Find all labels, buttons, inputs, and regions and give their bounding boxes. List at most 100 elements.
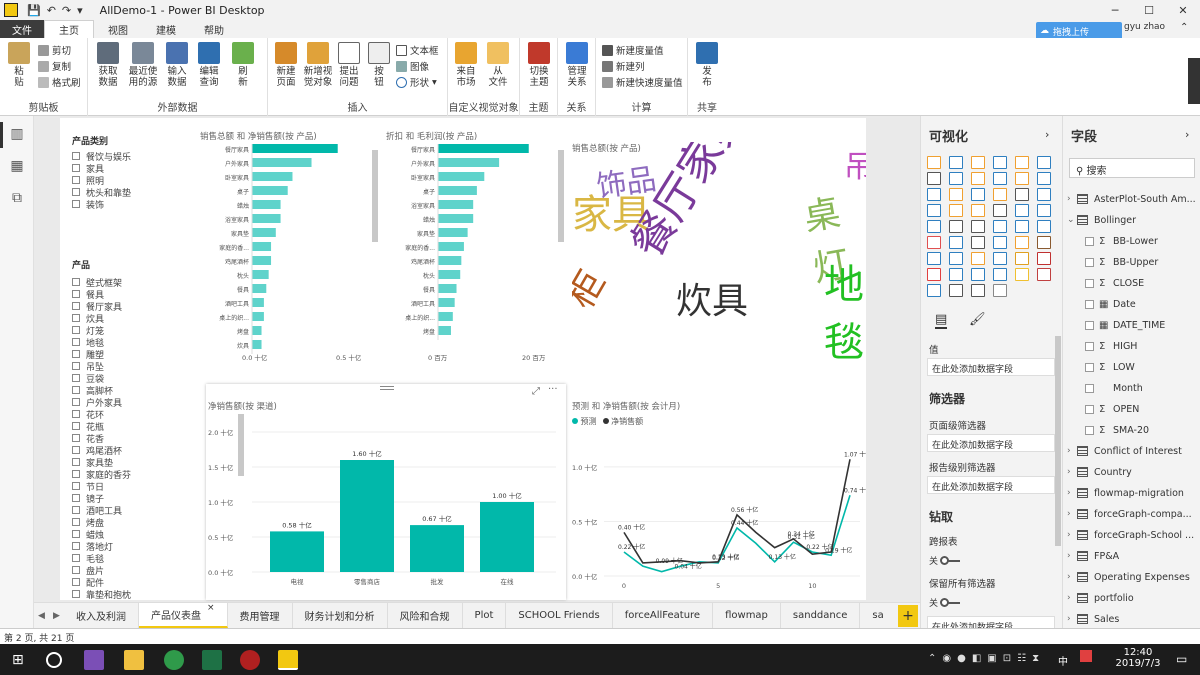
new-page-button[interactable]: 新建 页面	[270, 42, 302, 88]
visual-type-icon[interactable]	[971, 188, 985, 201]
slicer-item[interactable]: 家庭的香芬	[72, 468, 192, 481]
get-data-button[interactable]: 获取 数据	[92, 42, 124, 88]
recorder-icon[interactable]	[240, 650, 260, 670]
line-chart-forecast[interactable]: 预测 和 净销售额(按 会计月) 预测 净销售额 0.0 十亿 0.5 十亿 1.0…	[572, 400, 866, 600]
field-item[interactable]: Σ HIGH	[1067, 337, 1137, 355]
search-input[interactable]: ⚲ 搜索	[1069, 158, 1195, 178]
checkbox[interactable]	[1085, 425, 1094, 435]
tab-view[interactable]: 视图	[94, 20, 142, 38]
undo-icon[interactable]: ↶	[47, 4, 56, 17]
drillthrough-well[interactable]: 在此处添加数据字段	[927, 616, 1055, 628]
slicer-item[interactable]: 鸡尾酒杯	[72, 444, 192, 457]
tab-home[interactable]: 主页	[44, 20, 94, 38]
checkbox[interactable]	[72, 302, 80, 310]
visual-type-icon[interactable]	[1037, 268, 1051, 281]
field-table[interactable]: › Sales	[1067, 610, 1119, 628]
model-view-icon[interactable]: ⧉	[8, 190, 26, 206]
windows-start-icon[interactable]: ⊞	[12, 652, 24, 668]
bar-chart-discount-by-product[interactable]: 折扣 和 毛利润(按 产品) 餐厅家具 户外家具 卧室家具 桌子 浴室家具 蜡烛 家具垫 家庭…	[386, 130, 566, 384]
slicer-item[interactable]: 花香	[72, 432, 192, 445]
field-item[interactable]: Σ BB-Lower	[1067, 232, 1158, 250]
collapse-fields-pane-icon[interactable]: ›	[1185, 128, 1189, 141]
page-tab[interactable]: 财务计划和分析	[293, 603, 388, 628]
field-table[interactable]: › Operating Expenses	[1067, 568, 1190, 586]
new-column-button[interactable]: 新建列	[602, 59, 645, 73]
checkbox[interactable]	[72, 374, 80, 382]
visual-type-icon[interactable]	[1015, 220, 1029, 233]
viz-pane-scrollbar[interactable]	[1055, 336, 1061, 546]
clock[interactable]: 12:40 2019/7/3	[1110, 647, 1166, 669]
visual-type-icon[interactable]	[1015, 188, 1029, 201]
visual-type-icon[interactable]	[1037, 188, 1051, 201]
visual-type-icon[interactable]	[993, 156, 1007, 169]
visual-type-icon[interactable]	[971, 220, 985, 233]
checkbox[interactable]	[72, 458, 80, 466]
publish-button[interactable]: 发 布	[693, 42, 721, 88]
checkbox[interactable]	[72, 290, 80, 298]
slicer-item[interactable]: 家具垫	[72, 456, 192, 469]
chrome-icon[interactable]	[164, 650, 184, 670]
focus-mode-icon[interactable]: ⤢	[532, 386, 540, 397]
slicer-item[interactable]: 毛毯	[72, 552, 192, 565]
checkbox[interactable]	[72, 326, 80, 334]
chevron-right-icon[interactable]: ›	[1067, 446, 1077, 456]
slicer-item[interactable]: 花环	[72, 408, 192, 421]
slicer-item[interactable]: 高脚杯	[72, 384, 192, 397]
page-tab[interactable]: flowmap	[713, 603, 781, 628]
visual-type-icon[interactable]	[1037, 204, 1051, 217]
checkbox[interactable]	[72, 176, 80, 184]
visual-type-icon[interactable]	[949, 236, 963, 249]
bar-chart-1-scrollbar[interactable]	[372, 150, 378, 242]
checkbox[interactable]	[72, 398, 80, 406]
checkbox[interactable]	[72, 482, 80, 490]
checkbox[interactable]	[72, 506, 80, 514]
checkbox[interactable]	[72, 350, 80, 358]
visual-type-icon[interactable]	[949, 220, 963, 233]
visual-type-icon[interactable]	[971, 284, 985, 297]
field-item[interactable]: Σ SMA-20	[1067, 421, 1149, 439]
minimize-icon[interactable]: ─	[1098, 0, 1132, 20]
word-cloud-word[interactable]: 吊	[844, 142, 866, 186]
image-button[interactable]: 图像	[396, 59, 429, 73]
visual-type-icon[interactable]	[1037, 220, 1051, 233]
enter-data-button[interactable]: 输入 数据	[162, 42, 192, 88]
visual-type-icon[interactable]	[1015, 156, 1029, 169]
chevron-right-icon[interactable]: ›	[1067, 593, 1077, 603]
fields-tab-icon[interactable]: ▤	[935, 312, 948, 329]
page-tab[interactable]: 费用管理	[228, 603, 293, 628]
visual-type-icon[interactable]	[949, 284, 963, 297]
checkbox[interactable]	[72, 542, 80, 550]
chevron-right-icon[interactable]: ›	[1067, 488, 1077, 498]
visual-type-icon[interactable]	[993, 284, 1007, 297]
tab-help[interactable]: 帮助	[190, 20, 238, 38]
slicer-item[interactable]: 盘片	[72, 564, 192, 577]
column-chart-sales-by-channel[interactable]: ⤢ ··· 净销售额(按 渠道) 0.0 十亿 0.5 十亿 1.0 十亿 1.5 十…	[206, 384, 566, 600]
visual-type-icon[interactable]	[971, 204, 985, 217]
checkbox[interactable]	[72, 386, 80, 394]
visual-type-icon[interactable]	[971, 236, 985, 249]
field-item[interactable]: Σ CLOSE	[1067, 274, 1144, 292]
visual-type-icon[interactable]	[1037, 236, 1051, 249]
checkbox[interactable]	[72, 278, 80, 286]
chevron-right-icon[interactable]: ›	[1067, 530, 1077, 540]
checkbox[interactable]	[72, 590, 80, 598]
new-measure-button[interactable]: 新建度量值	[602, 43, 664, 57]
slicer-item[interactable]: 烤盘	[72, 516, 192, 529]
excel-icon[interactable]	[202, 650, 222, 670]
side-scroll-handle[interactable]	[1188, 58, 1200, 104]
slicer-item[interactable]: 雕塑	[72, 348, 192, 361]
new-visual-button[interactable]: 新增视 觉对象	[300, 42, 336, 88]
from-file-button[interactable]: 从 文件	[484, 42, 512, 88]
visual-type-icon[interactable]	[949, 204, 963, 217]
close-icon[interactable]: ✕	[1166, 0, 1200, 20]
close-tab-icon[interactable]: ×	[207, 603, 215, 613]
visual-type-icon[interactable]	[1015, 204, 1029, 217]
visual-type-icon[interactable]	[1015, 252, 1029, 265]
checkbox[interactable]	[72, 164, 80, 172]
save-icon[interactable]: 💾	[27, 4, 41, 17]
values-well[interactable]: 在此处添加数据字段	[927, 358, 1055, 376]
tab-file[interactable]: 文件	[0, 20, 44, 38]
slicer-item[interactable]: 餐厅家具	[72, 300, 192, 313]
visual-type-icon[interactable]	[971, 268, 985, 281]
drag-handle-icon[interactable]	[380, 386, 394, 390]
